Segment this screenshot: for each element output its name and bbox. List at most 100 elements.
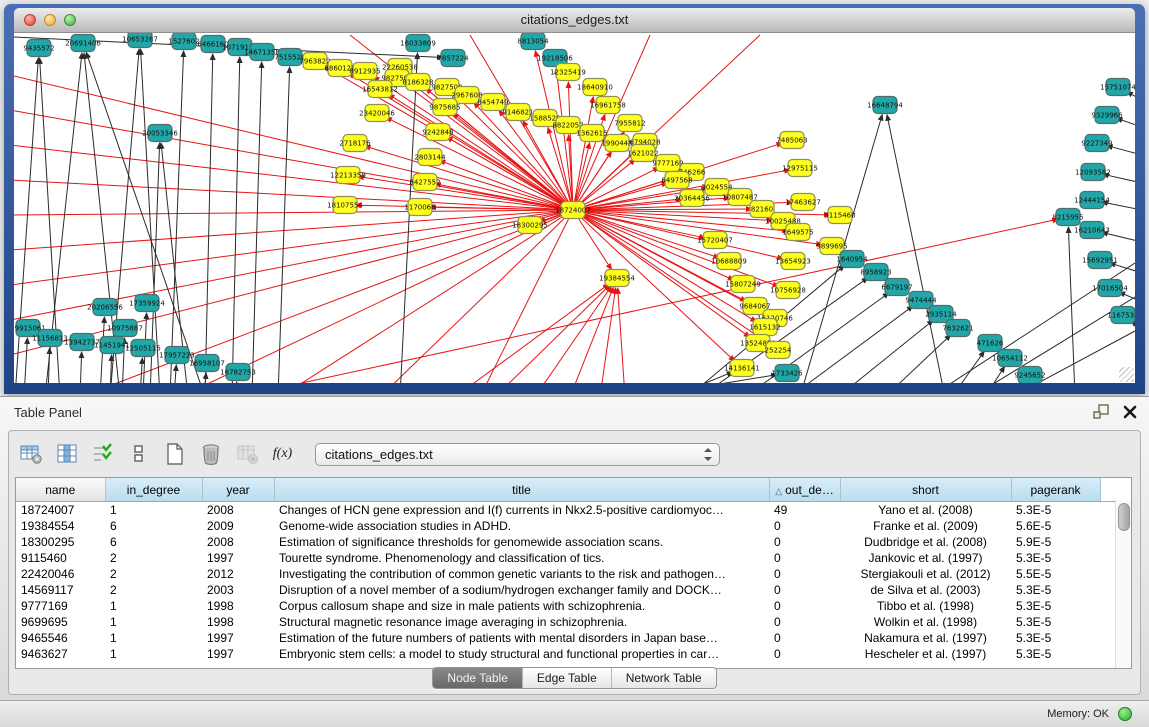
table-row[interactable]: 977716911998Corpus callosum shape and si… (16, 598, 1131, 614)
import-table-icon[interactable] (233, 441, 260, 468)
graph-node[interactable]: 10756928 (770, 282, 806, 299)
graph-edge[interactable] (14, 210, 573, 355)
graph-node[interactable]: 8427552 (409, 174, 440, 191)
graph-node[interactable]: 9875685 (429, 99, 460, 116)
tab-edge-table[interactable]: Edge Table (522, 668, 611, 688)
graph-edge[interactable] (570, 287, 613, 383)
column-header-year[interactable]: year (202, 478, 274, 502)
graph-node[interactable]: 16648794 (867, 97, 903, 114)
table-options-icon[interactable] (17, 441, 44, 468)
graph-node[interactable]: 19384554 (599, 270, 635, 287)
minimize-window-icon[interactable] (44, 14, 56, 26)
graph-node[interactable]: 8912935 (349, 63, 380, 80)
graph-node[interactable]: 9435572 (23, 40, 54, 57)
graph-node[interactable]: 9227349 (1081, 135, 1112, 152)
graph-node[interactable]: 9329966 (1091, 107, 1123, 124)
graph-node[interactable]: 18107554 (327, 197, 363, 214)
table-row[interactable]: 969969511998Structural magnetic resonanc… (16, 614, 1131, 630)
graph-node[interactable]: 10653287 (122, 33, 158, 48)
resize-grip-icon[interactable] (1119, 367, 1134, 382)
graph-edge[interactable] (174, 365, 176, 383)
graph-node[interactable]: 1649575 (782, 224, 813, 241)
graph-edge[interactable] (358, 177, 573, 210)
graph-node[interactable]: 8186328 (402, 74, 433, 91)
table-vscrollbar[interactable] (1115, 500, 1131, 668)
graph-edge[interactable] (80, 352, 82, 383)
graph-edge[interactable] (1068, 227, 1075, 383)
graph-node[interactable]: 13654923 (775, 253, 811, 270)
table-row[interactable]: 2242004622012Investigating the contribut… (16, 566, 1131, 582)
graph-node[interactable]: 16033809 (400, 35, 436, 52)
graph-edge[interactable] (535, 286, 611, 383)
table-row[interactable]: 1938455462009Genome-wide association stu… (16, 518, 1131, 534)
graph-edge[interactable] (235, 382, 237, 383)
graph-node[interactable]: 7632621 (942, 320, 973, 337)
graph-node[interactable]: 17463627 (785, 194, 821, 211)
table-row[interactable]: 1456911722003Disruption of a novel membe… (16, 582, 1131, 598)
graph-node[interactable]: 252254 (765, 342, 792, 359)
graph-node[interactable]: 1527602 (168, 33, 199, 50)
graph-node[interactable]: 16782753 (220, 364, 256, 381)
network-canvas[interactable]: 9435572206914061065328715276026466160107… (14, 33, 1135, 383)
column-header-short[interactable]: short (840, 478, 1011, 502)
graph-node[interactable]: 7955812 (614, 115, 645, 132)
network-graph[interactable]: 9435572206914061065328715276026466160107… (14, 33, 1135, 383)
table-row[interactable]: 1830029562008Estimation of significance … (16, 534, 1131, 550)
graph-node[interactable]: 9115460 (824, 207, 855, 224)
graph-node[interactable]: 15751074 (1100, 79, 1135, 96)
graph-edge[interactable] (495, 285, 610, 383)
float-window-icon[interactable] (1093, 404, 1109, 419)
close-window-icon[interactable] (24, 14, 36, 26)
select-rows-icon[interactable] (89, 441, 116, 468)
graph-node[interactable]: 1170066 (404, 199, 436, 216)
graph-edge[interactable] (280, 210, 573, 383)
graph-node[interactable]: 10688809 (711, 253, 747, 270)
graph-edge[interactable] (790, 306, 913, 383)
tab-node-table[interactable]: Node Table (433, 668, 522, 688)
graph-node[interactable]: 2803144 (414, 149, 446, 166)
show-columns-icon[interactable] (53, 441, 80, 468)
zoom-window-icon[interactable] (64, 14, 76, 26)
graph-node[interactable]: 1733426 (771, 365, 803, 382)
graph-edge[interactable] (952, 351, 984, 383)
graph-node[interactable]: 1167533 (1107, 307, 1135, 324)
graph-edge[interactable] (14, 210, 573, 215)
column-header-title[interactable]: title (274, 478, 769, 502)
column-header-out_de[interactable]: △out_de… (769, 478, 840, 502)
graph-node[interactable]: 12444154 (1074, 192, 1110, 209)
graph-edge[interactable] (380, 210, 573, 383)
column-header-pagerank[interactable]: pagerank (1011, 478, 1100, 502)
graph-node[interactable]: 8813054 (517, 33, 549, 50)
graph-edge[interactable] (618, 288, 625, 383)
table-row[interactable]: 911546021997Tourette syndrome. Phenomeno… (16, 550, 1131, 566)
graph-edge[interactable] (672, 372, 733, 383)
graph-node[interactable]: 20691406 (65, 35, 101, 52)
graph-edge[interactable] (252, 62, 262, 383)
row-height-icon[interactable] (125, 441, 152, 468)
window-titlebar[interactable]: citations_edges.txt (14, 8, 1135, 33)
close-icon[interactable] (1123, 405, 1137, 419)
graph-node[interactable]: 1615132 (749, 319, 780, 336)
graph-edge[interactable] (232, 57, 240, 383)
graph-node[interactable]: 9242848 (422, 124, 453, 141)
graph-node[interactable]: 471626 (977, 335, 1004, 352)
graph-node[interactable]: 9245652 (1014, 367, 1045, 384)
graph-node[interactable]: 16961758 (590, 97, 626, 114)
graph-edge[interactable] (480, 210, 573, 383)
scrollbar-thumb[interactable] (1118, 503, 1130, 531)
graph-edge[interactable] (24, 338, 27, 383)
graph-edge[interactable] (573, 143, 590, 210)
graph-node[interactable]: 8958923 (860, 264, 891, 281)
graph-node[interactable]: 12093582 (1075, 164, 1111, 181)
graph-node[interactable]: 6679197 (881, 279, 912, 296)
new-file-icon[interactable] (161, 441, 188, 468)
graph-edge[interactable] (985, 366, 1005, 383)
tab-network-table[interactable]: Network Table (611, 668, 716, 688)
table-row[interactable]: 1872400712008Changes of HCN gene express… (16, 502, 1131, 519)
table-source-select[interactable]: citations_edges.txt (315, 443, 720, 466)
graph-edge[interactable] (386, 117, 573, 210)
graph-edge[interactable] (14, 145, 573, 210)
table-row[interactable]: 946554611997Estimation of the future num… (16, 630, 1131, 646)
graph-edge[interactable] (573, 97, 593, 210)
graph-node[interactable]: 82160 (750, 201, 774, 218)
